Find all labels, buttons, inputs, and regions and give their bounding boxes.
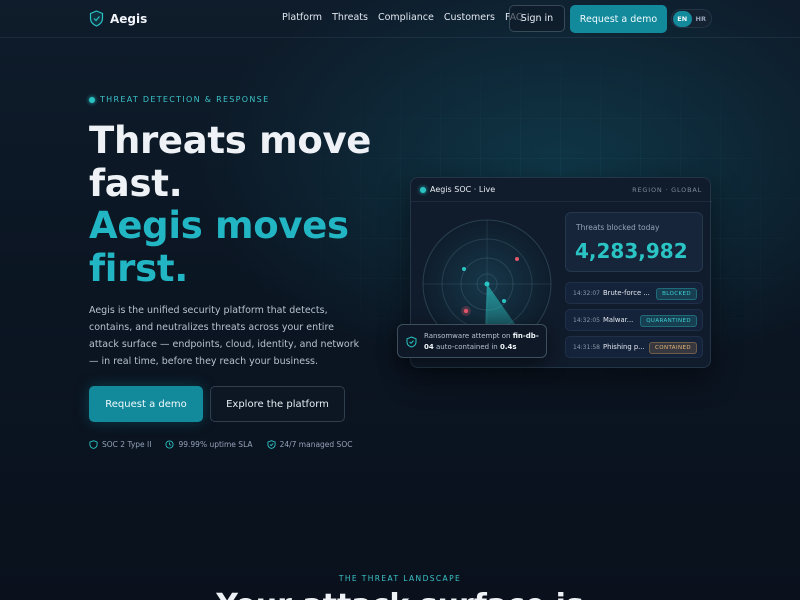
headline-line-2: fast. bbox=[89, 161, 183, 205]
trust-label: 24/7 managed SOC bbox=[279, 440, 353, 449]
event-time: 14:31:58 bbox=[573, 344, 600, 351]
shield-logo-icon bbox=[89, 10, 104, 27]
toast-message: Ransomware attempt on fin-db-04 auto-con… bbox=[424, 331, 544, 353]
language-switcher: EN HR bbox=[671, 9, 712, 28]
toast-duration: 0.4s bbox=[499, 343, 517, 351]
event-title: Malwar... bbox=[603, 316, 634, 324]
landscape-title: Your attack surface is bbox=[0, 588, 800, 600]
shield-icon bbox=[89, 440, 98, 449]
hero-eyebrow-text: THREAT DETECTION & RESPONSE bbox=[100, 95, 270, 104]
soc-card-title: Aegis SOC · Live bbox=[430, 185, 496, 194]
event-row[interactable]: 14:32:05 Malwar... QUARANTINED bbox=[565, 309, 703, 331]
hero-description: Aegis is the unified security platform t… bbox=[89, 305, 360, 367]
live-indicator bbox=[420, 187, 426, 193]
status-dot bbox=[89, 96, 95, 103]
request-demo-button[interactable]: Request a demo bbox=[89, 386, 203, 422]
brand-logo[interactable]: Aegis bbox=[89, 10, 147, 27]
nav-link-customers[interactable]: Customers bbox=[444, 12, 495, 23]
status-badge: CONTAINED bbox=[648, 342, 697, 354]
hero-eyebrow: THREAT DETECTION & RESPONSE bbox=[89, 95, 269, 104]
hero-headline: Threats move fast. Aegis moves first. bbox=[89, 119, 372, 290]
threats-blocked-label: Threats blocked today bbox=[576, 223, 660, 232]
brand-name: Aegis bbox=[110, 11, 148, 26]
trust-badges: SOC 2 Type II 99.99% uptime SLA 24/7 man… bbox=[89, 440, 352, 449]
event-time: 14:32:05 bbox=[573, 317, 600, 324]
trust-label: SOC 2 Type II bbox=[102, 440, 152, 449]
sign-in-button[interactable]: Sign in bbox=[509, 5, 565, 32]
nav-link-compliance[interactable]: Compliance bbox=[378, 12, 434, 23]
threats-blocked-panel: Threats blocked today 4,283,982 bbox=[565, 212, 703, 272]
trust-item-soc: 24/7 managed SOC bbox=[267, 440, 353, 449]
shield-check-icon bbox=[406, 336, 417, 348]
event-title: Brute-force ... bbox=[603, 289, 650, 297]
headline-accent-line-2: first. bbox=[89, 246, 188, 290]
event-row[interactable]: 14:31:58 Phishing p... CONTAINED bbox=[565, 336, 703, 358]
ransomware-toast: Ransomware attempt on fin-db-04 auto-con… bbox=[397, 324, 547, 358]
event-time: 14:32:07 bbox=[573, 290, 600, 297]
trust-item-soc2: SOC 2 Type II bbox=[89, 440, 151, 449]
top-navigation: Aegis Platform Threats Compliance Custom… bbox=[0, 0, 800, 38]
trust-item-uptime: 99.99% uptime SLA bbox=[165, 440, 253, 449]
language-hr[interactable]: HR bbox=[692, 11, 711, 27]
nav-link-threats[interactable]: Threats bbox=[332, 12, 368, 23]
event-title: Phishing p... bbox=[603, 343, 645, 351]
nav-request-demo-button[interactable]: Request a demo bbox=[570, 5, 667, 33]
shield-check-icon bbox=[267, 440, 276, 449]
headline-line-1: Threats move bbox=[89, 119, 372, 162]
status-badge: BLOCKED bbox=[656, 288, 697, 300]
soc-card-header: Aegis SOC · Live REGION · GLOBAL bbox=[411, 178, 712, 202]
nav-link-platform[interactable]: Platform bbox=[282, 12, 322, 23]
nav-links: Platform Threats Compliance Customers FA… bbox=[282, 12, 533, 23]
soc-region-label: REGION · GLOBAL bbox=[632, 186, 702, 194]
threats-blocked-value: 4,283,982 bbox=[575, 239, 688, 263]
status-badge: QUARANTINED bbox=[640, 315, 697, 327]
landscape-eyebrow: THE THREAT LANDSCAPE bbox=[338, 574, 462, 583]
toast-prefix: Ransomware attempt on bbox=[424, 332, 513, 340]
headline-accent-line-1: Aegis moves bbox=[89, 204, 349, 247]
explore-platform-button[interactable]: Explore the platform bbox=[210, 386, 345, 422]
clock-icon bbox=[165, 440, 175, 449]
trust-label: 99.99% uptime SLA bbox=[178, 440, 253, 449]
event-row[interactable]: 14:32:07 Brute-force ... BLOCKED bbox=[565, 282, 703, 304]
toast-middle: auto-contained in bbox=[433, 343, 500, 351]
language-en[interactable]: EN bbox=[673, 10, 692, 27]
